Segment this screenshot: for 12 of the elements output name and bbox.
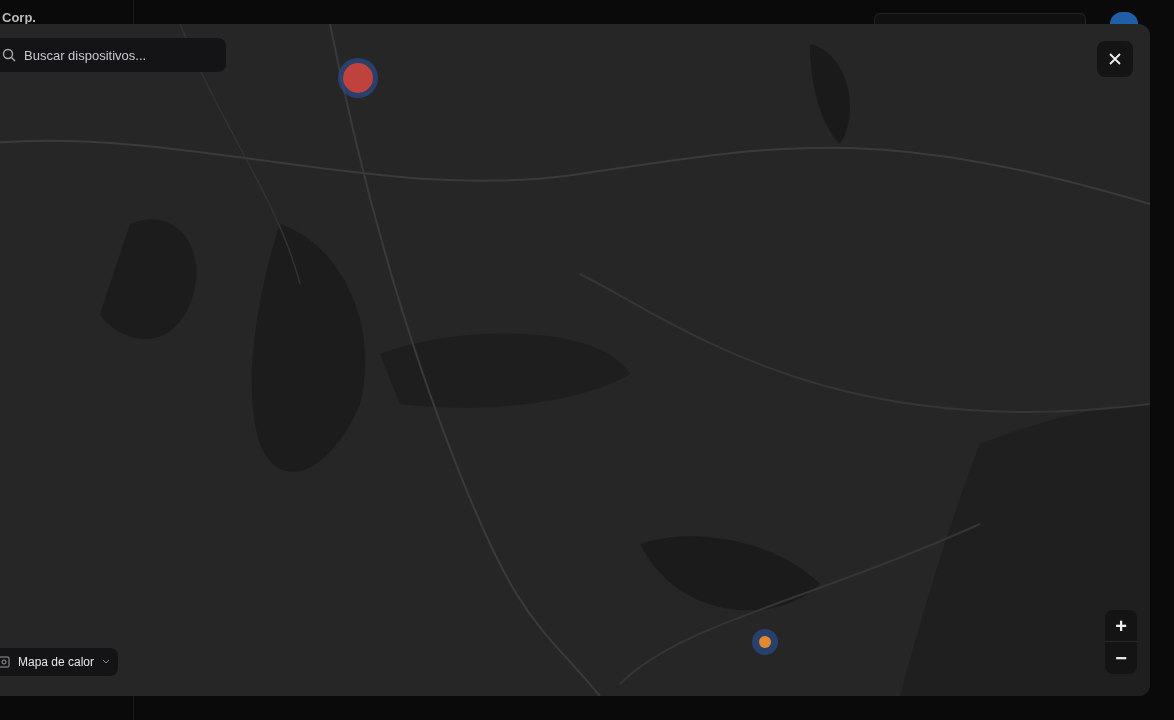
close-button[interactable] xyxy=(1097,41,1133,77)
close-icon xyxy=(1108,52,1122,66)
brand-name: Corp. xyxy=(2,9,36,27)
search-field[interactable]: Buscar dispositivos... xyxy=(0,38,226,72)
chevron-down-icon xyxy=(102,659,111,665)
layer-select[interactable]: Mapa de calor xyxy=(0,648,119,676)
avatar[interactable] xyxy=(1110,12,1138,24)
zoom-out-button[interactable]: − xyxy=(1105,642,1137,674)
zoom-in-button[interactable]: + xyxy=(1105,610,1137,642)
search-icon xyxy=(2,48,16,62)
header-search-field[interactable] xyxy=(874,13,1086,24)
layers-icon xyxy=(0,656,10,668)
